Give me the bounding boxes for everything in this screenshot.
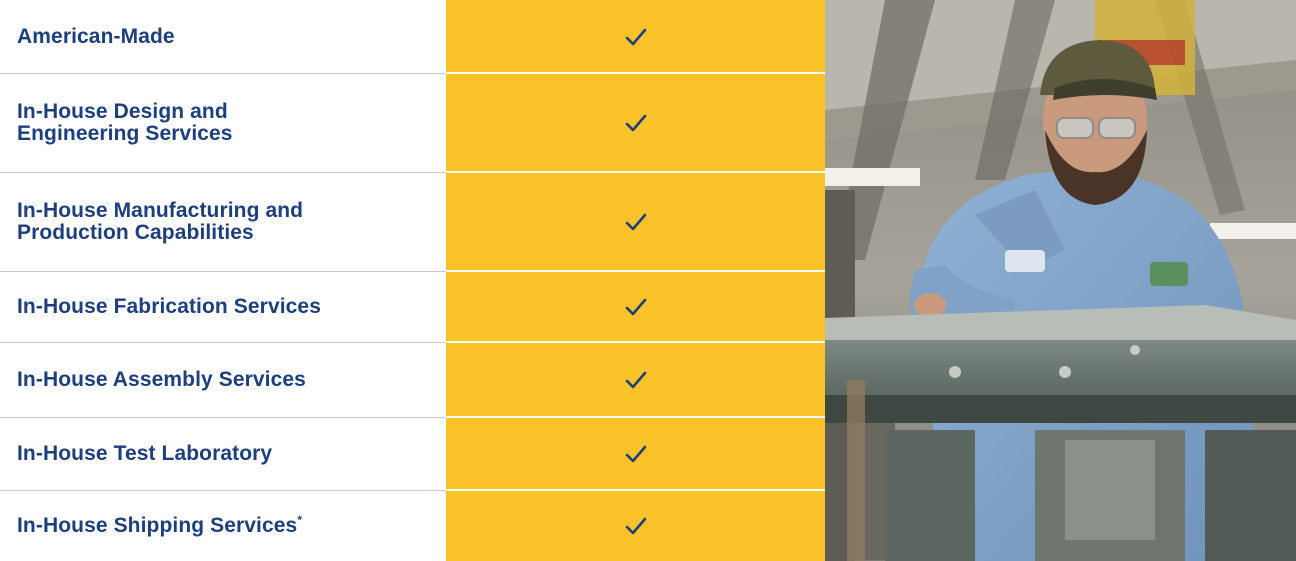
- row-label-cell: In-House Shipping Services*: [0, 491, 446, 561]
- check-cell: [446, 272, 825, 342]
- checkmark-icon: [625, 28, 646, 45]
- row-label: American-Made: [17, 24, 175, 48]
- check-cell: [446, 0, 825, 73]
- factory-worker-photo: [825, 0, 1296, 561]
- row-label-cell: In-House Fabrication Services: [0, 272, 446, 342]
- checkmark-icon: [625, 371, 646, 389]
- checkmark-icon: [625, 298, 646, 316]
- checkmark-icon: [625, 517, 646, 535]
- worker-illustration: [825, 0, 1296, 561]
- row-label: In-House Test Laboratory: [17, 442, 273, 465]
- checkmark-icon: [625, 213, 646, 231]
- row-label: In-House Shipping Services*: [17, 513, 303, 537]
- row-label: In-House Manufacturing and Production Ca…: [17, 199, 304, 244]
- check-cell: [446, 74, 825, 172]
- footnote-asterisk: *: [297, 513, 303, 527]
- check-cell: [446, 173, 825, 271]
- row-label-cell: In-House Design and Engineering Services: [0, 74, 446, 172]
- row-label-cell: In-House Manufacturing and Production Ca…: [0, 173, 446, 271]
- checkmark-icon: [625, 445, 646, 463]
- row-label: In-House Assembly Services: [17, 368, 306, 391]
- row-label-cell: In-House Assembly Services: [0, 343, 446, 417]
- row-label: In-House Design and Engineering Services: [17, 100, 233, 145]
- check-cell: [446, 491, 825, 561]
- row-label-cell: In-House Test Laboratory: [0, 418, 446, 490]
- check-cell: [446, 418, 825, 490]
- check-cell: [446, 343, 825, 417]
- row-label-cell: American-Made: [0, 0, 446, 73]
- capabilities-table: American-Made In-House Design and Engine…: [0, 0, 825, 561]
- row-label: In-House Fabrication Services: [17, 295, 321, 318]
- checkmark-icon: [625, 114, 646, 132]
